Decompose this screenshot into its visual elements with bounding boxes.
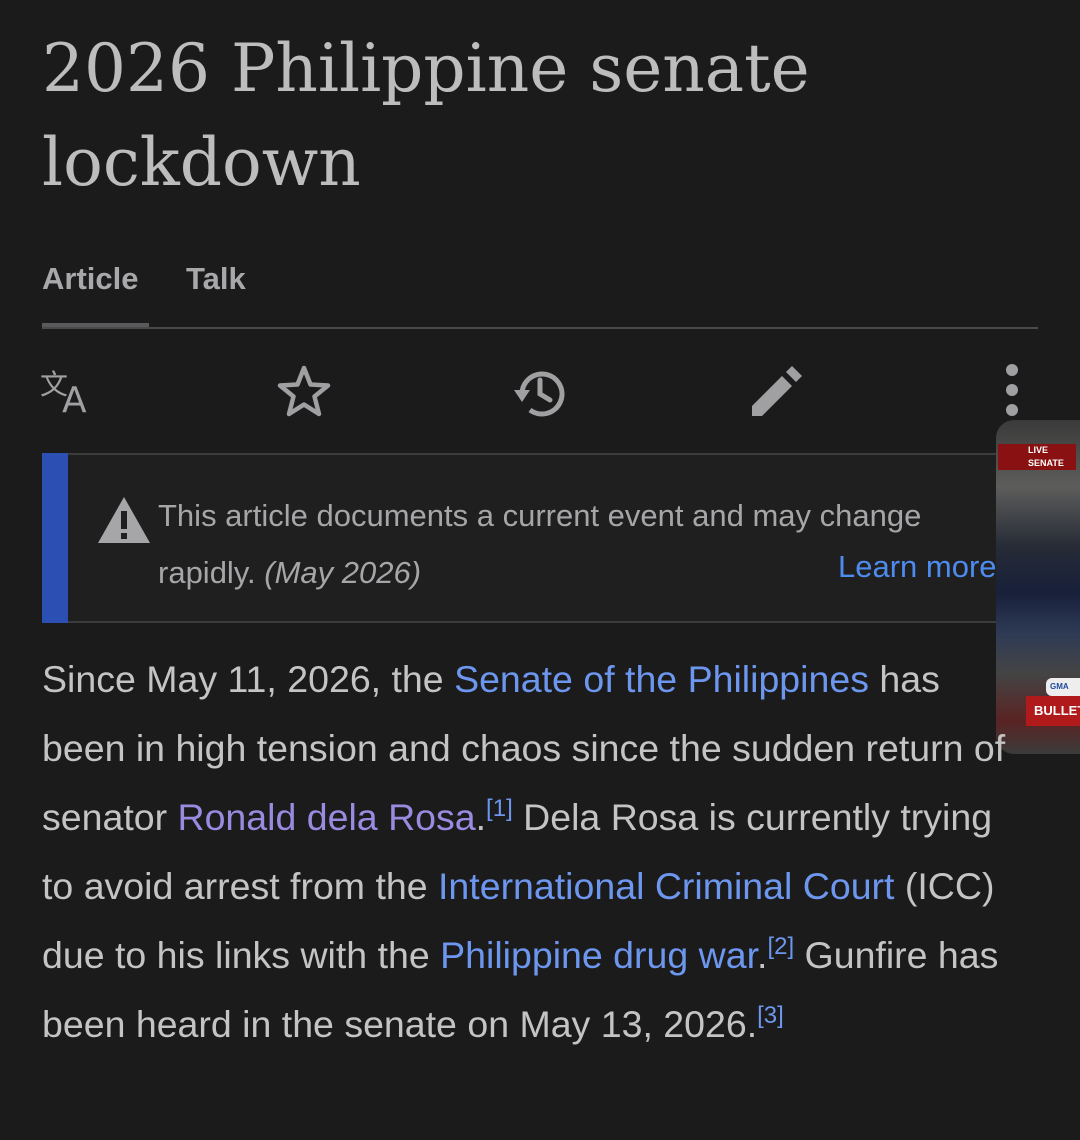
live-badge: LIVE SENATE	[998, 444, 1076, 470]
reference-3[interactable]: [3]	[757, 1002, 784, 1029]
page-actions-toolbar: 文 A	[0, 360, 1080, 424]
bulletin-banner: BULLETIN	[1026, 696, 1080, 726]
link-senate-of-the-philippines[interactable]: Senate of the Philippines	[454, 658, 869, 700]
tab-talk[interactable]: Talk	[186, 255, 246, 325]
page-tabs: Article Talk	[42, 255, 1038, 329]
link-philippine-drug-war[interactable]: Philippine drug war	[440, 934, 757, 976]
more-vert-icon[interactable]	[980, 360, 1044, 424]
notice-accent-bar	[42, 453, 68, 623]
network-logo: GMA NEWS	[1046, 678, 1080, 709]
history-icon[interactable]	[508, 360, 572, 424]
current-event-notice: This article documents a current event a…	[42, 453, 1000, 623]
notice-date: (May 2026)	[264, 555, 422, 590]
learn-more-link[interactable]: Learn more	[838, 547, 997, 587]
article-lead-paragraph: Since May 11, 2026, the Senate of the Ph…	[42, 658, 1006, 1045]
link-international-criminal-court[interactable]: International Criminal Court	[438, 865, 894, 907]
warning-icon	[96, 495, 152, 545]
notice-text: This article documents a current event a…	[158, 487, 921, 601]
svg-text:A: A	[62, 380, 87, 421]
star-icon[interactable]	[272, 360, 336, 424]
translate-icon[interactable]: 文 A	[36, 360, 100, 424]
notice-line-2: rapidly.	[158, 555, 256, 590]
reference-1[interactable]: [1]	[486, 795, 513, 822]
tab-article[interactable]: Article	[42, 255, 149, 327]
edit-pencil-icon[interactable]	[744, 360, 808, 424]
page-title: 2026 Philippine senate lockdown	[42, 30, 810, 201]
link-ronald-dela-rosa[interactable]: Ronald dela Rosa	[178, 796, 476, 838]
reference-2[interactable]: [2]	[767, 933, 794, 960]
notice-line-1: This article documents a current event a…	[158, 498, 922, 533]
